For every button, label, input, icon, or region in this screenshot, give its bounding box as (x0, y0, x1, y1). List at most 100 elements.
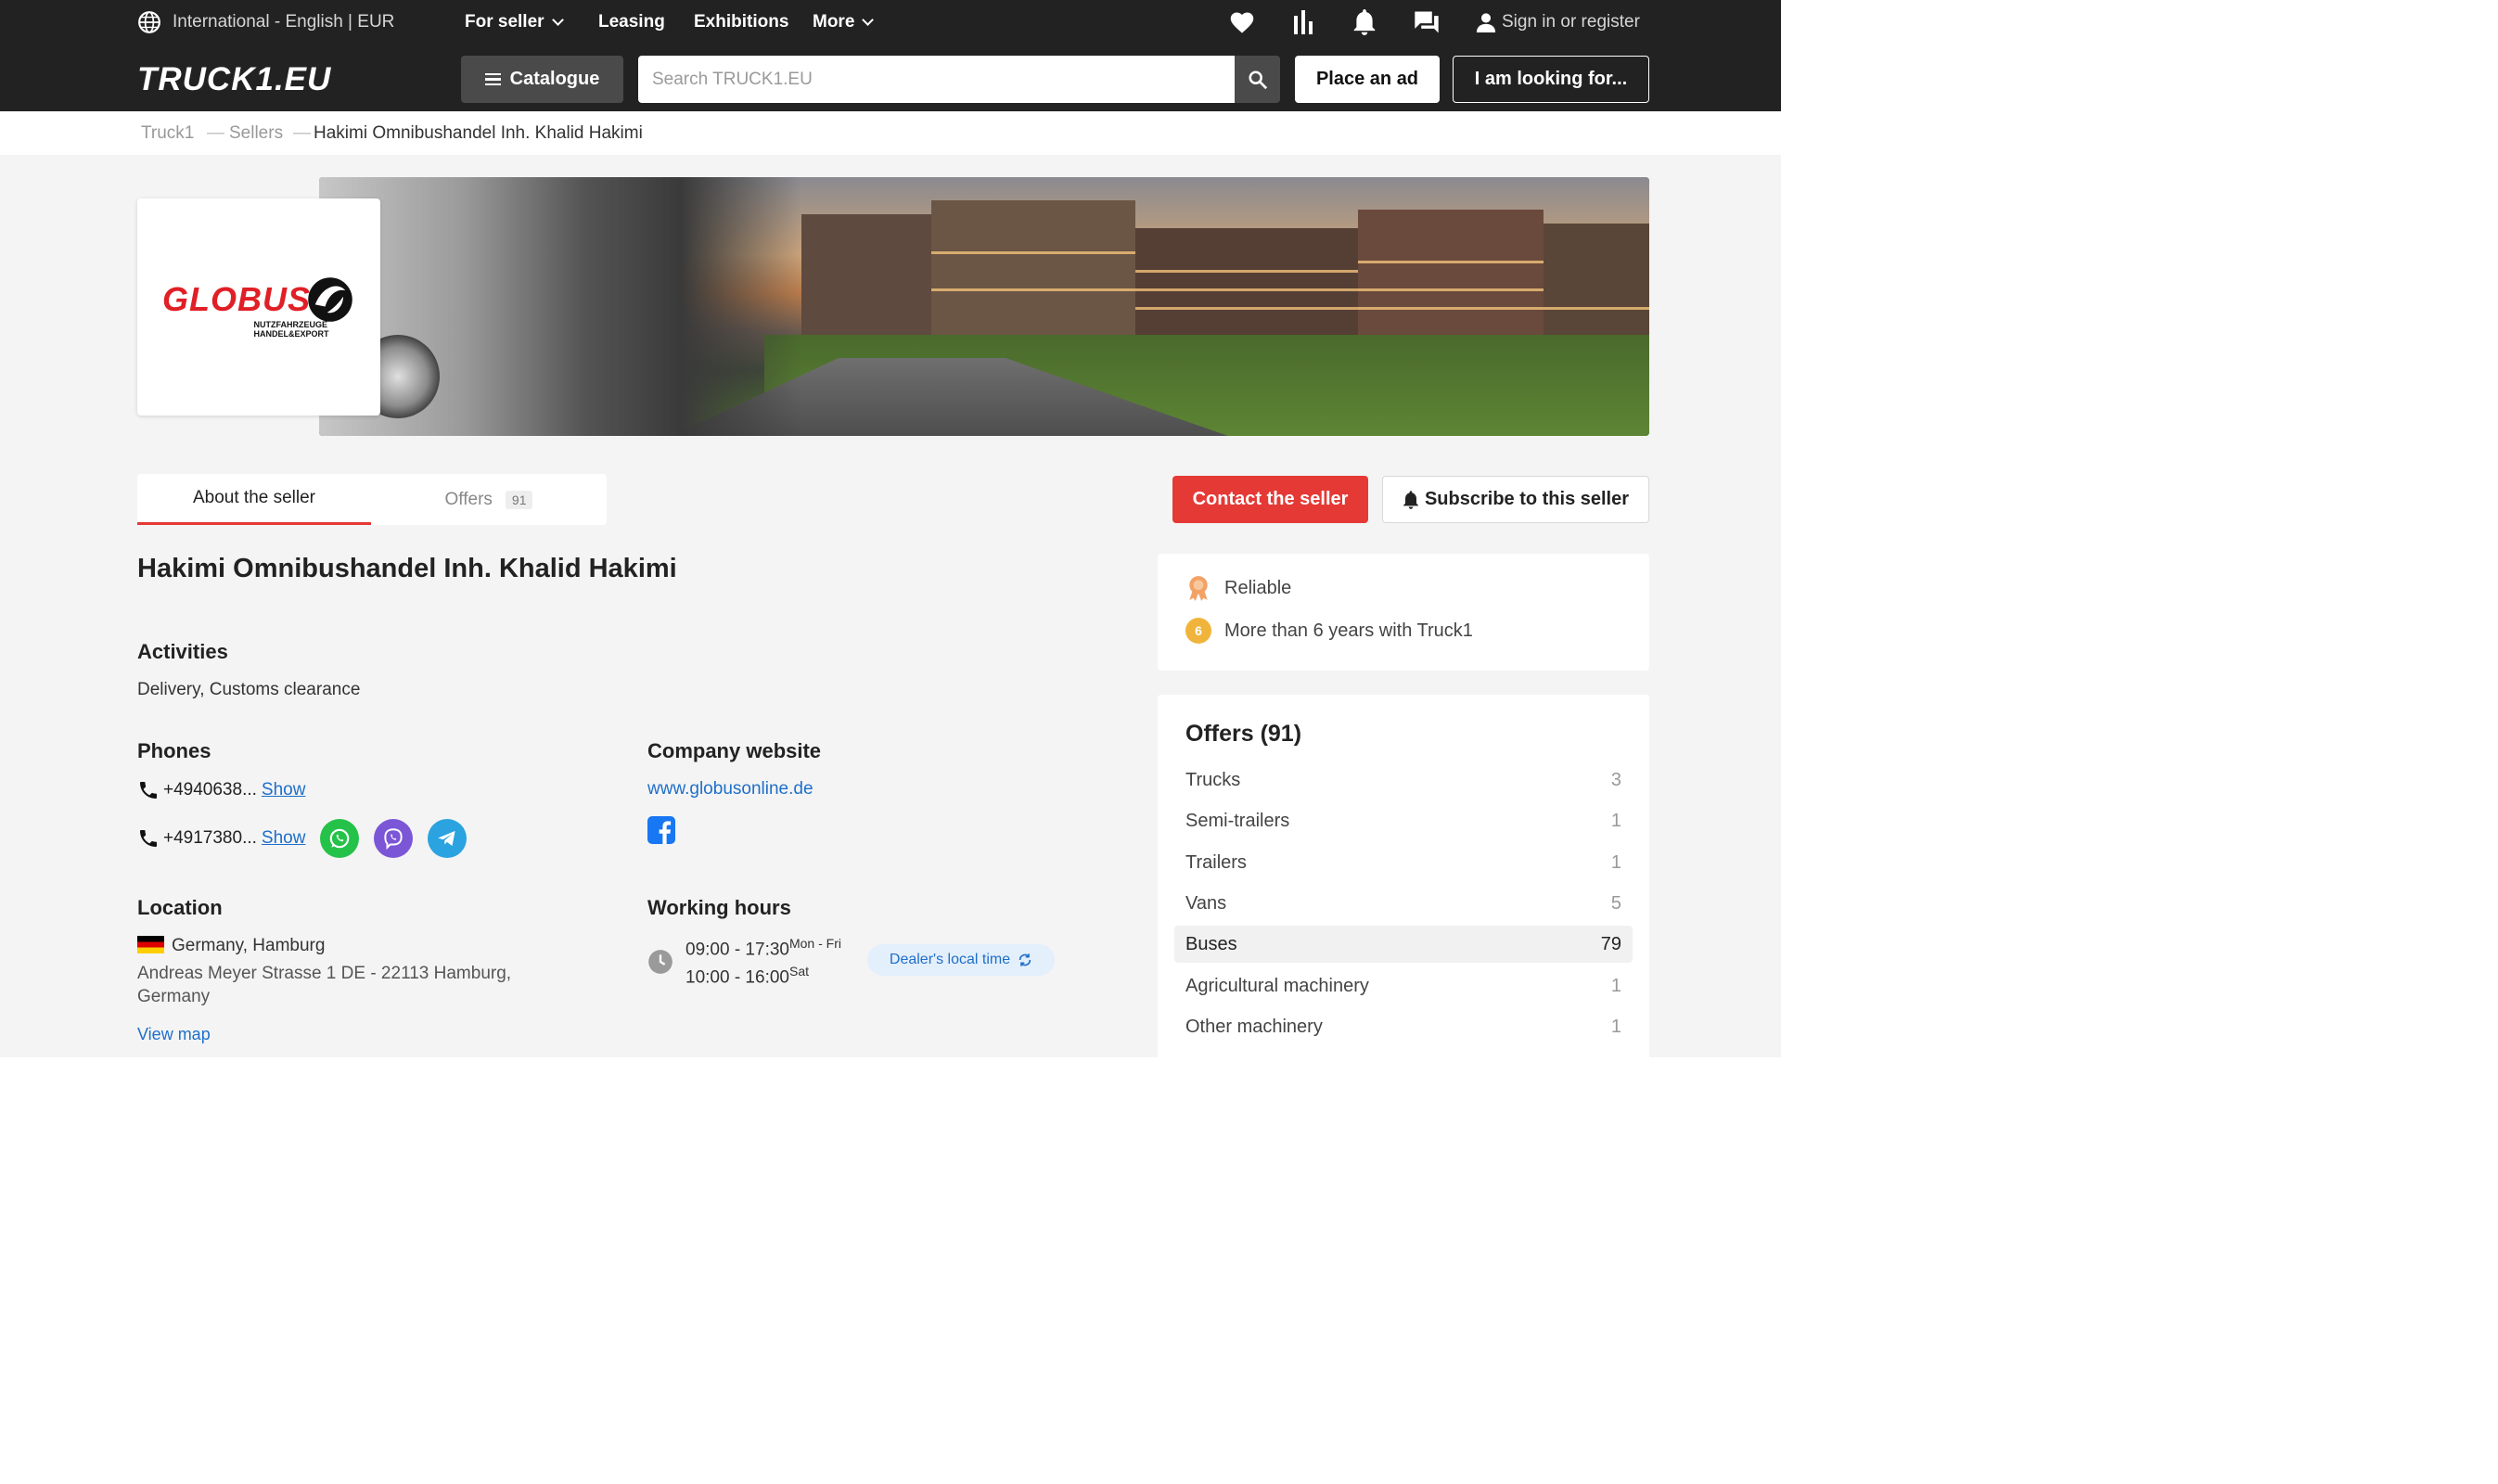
phone-number-2: +4917380... (163, 828, 257, 848)
offer-category-label: Agricultural machinery (1185, 975, 1369, 996)
tab-offers[interactable]: Offers 91 (371, 474, 607, 525)
address-line-2: Germany (137, 987, 211, 1006)
favorites-icon[interactable] (1229, 0, 1255, 45)
offer-category-row[interactable]: Other machinery 1 (1174, 1008, 1633, 1045)
subscribe-seller-button[interactable]: Subscribe to this seller (1382, 476, 1649, 523)
seller-tabs: About the seller Offers 91 (137, 474, 607, 525)
offer-category-label: Vans (1185, 892, 1227, 914)
seller-logo: GLOBUS NUTZFAHRZEUGE HANDEL&EXPORT (137, 198, 380, 416)
chevron-down-icon (862, 14, 875, 26)
truck1-logo[interactable]: TRUCK1.EU (137, 61, 331, 98)
hours-weekdays: 09:00 - 17:30Mon - Fri (685, 936, 841, 960)
offer-category-count: 5 (1610, 892, 1621, 914)
sign-in-label: Sign in or register (1502, 12, 1640, 32)
viber-icon[interactable] (374, 819, 414, 858)
seller-features-card: Reliable 6 More than 6 years with Truck1 (1158, 554, 1649, 671)
offer-category-label: Semi-trailers (1185, 810, 1290, 831)
list-icon (484, 72, 501, 86)
nav-exhibitions[interactable]: Exhibitions (694, 0, 788, 45)
seller-logo-text: GLOBUS (161, 280, 311, 319)
location-heading: Location (137, 896, 223, 919)
globe-swirl-icon (305, 275, 355, 325)
hours-weekdays-time: 09:00 - 17:30 (685, 940, 789, 960)
search-button[interactable] (1235, 56, 1280, 103)
reliable-feature: Reliable (1185, 575, 1291, 601)
address-line-1: Andreas Meyer Strasse 1 DE - 22113 Hambu… (137, 964, 512, 983)
reliable-label: Reliable (1224, 577, 1292, 598)
working-hours-heading: Working hours (647, 896, 791, 919)
seller-name: Hakimi Omnibushandel Inh. Khalid Hakimi (137, 554, 677, 583)
looking-for-button[interactable]: I am looking for... (1453, 56, 1649, 103)
catalogue-button[interactable]: Catalogue (461, 56, 623, 103)
messages-chat-icon[interactable] (1413, 0, 1441, 45)
breadcrumb-current: Hakimi Omnibushandel Inh. Khalid Hakimi (314, 122, 643, 143)
phone-number-1: +4940638... (163, 780, 257, 800)
show-phone-2-link[interactable]: Show (262, 828, 306, 849)
view-map-link[interactable]: View map (137, 1025, 211, 1044)
offer-category-label: Trucks (1185, 769, 1241, 790)
place-ad-button[interactable]: Place an ad (1295, 56, 1440, 103)
hours-weekdays-days: Mon - Fri (788, 936, 841, 951)
language-selector[interactable]: International - English | EUR (137, 0, 394, 45)
chevron-down-icon (551, 14, 564, 26)
offer-category-row[interactable]: Agricultural machinery 1 (1174, 967, 1633, 1004)
nav-more[interactable]: More (813, 0, 875, 45)
compare-chart-icon[interactable] (1292, 0, 1314, 45)
years-label: More than 6 years with Truck1 (1224, 620, 1473, 641)
breadcrumb-sellers[interactable]: Sellers (229, 111, 283, 155)
site-header: International - English | EUR For seller… (0, 0, 1781, 111)
offer-category-row[interactable]: Vans 5 (1174, 885, 1633, 922)
globe-icon (137, 10, 161, 34)
clock-icon (647, 949, 673, 979)
phone-icon (137, 779, 160, 801)
years-badge-icon: 6 (1185, 618, 1211, 644)
notifications-bell-icon[interactable] (1352, 0, 1377, 45)
phone-icon (137, 827, 160, 850)
location-city-label: Germany, Hamburg (172, 936, 326, 955)
nav-for-seller-label: For seller (465, 12, 544, 32)
nav-leasing[interactable]: Leasing (598, 0, 665, 45)
reliable-badge-icon (1185, 575, 1211, 601)
breadcrumb-separator: — (293, 122, 311, 143)
contact-seller-button[interactable]: Contact the seller (1172, 476, 1368, 523)
local-time-label: Dealer's local time (889, 952, 1011, 967)
seller-cover-image (319, 177, 1649, 436)
offer-category-row[interactable]: Semi-trailers 1 (1174, 802, 1633, 839)
years-feature: 6 More than 6 years with Truck1 (1185, 618, 1473, 644)
subscribe-label: Subscribe to this seller (1424, 489, 1630, 509)
phone-row-2: +4917380... Show (137, 819, 468, 858)
facebook-icon[interactable] (647, 816, 675, 849)
search-icon (1248, 70, 1268, 90)
offer-category-row[interactable]: Trailers 1 (1174, 844, 1633, 881)
show-phone-1-link[interactable]: Show (262, 780, 306, 800)
tab-offers-label: Offers (444, 489, 493, 509)
location-city: Germany, Hamburg (137, 936, 325, 956)
company-website-link[interactable]: www.globusonline.de (647, 779, 813, 800)
breadcrumb-truck1[interactable]: Truck1 (141, 111, 194, 155)
seller-logo-line2: HANDEL&EXPORT (253, 329, 329, 339)
nav-more-label: More (813, 12, 855, 32)
phone-row-1: +4940638... Show (137, 779, 305, 801)
offers-card: Offers (91) Trucks 3 Semi-trailers 1 Tra… (1158, 695, 1649, 1057)
user-icon (1476, 12, 1496, 32)
offer-category-count: 1 (1610, 975, 1621, 996)
offer-category-label: Buses (1185, 933, 1237, 954)
tab-about-seller[interactable]: About the seller (137, 474, 371, 525)
website-heading: Company website (647, 739, 822, 762)
offer-category-count: 1 (1610, 810, 1621, 831)
offer-category-row-selected[interactable]: Buses 79 (1174, 926, 1633, 963)
telegram-icon[interactable] (428, 819, 468, 858)
sign-in-link[interactable]: Sign in or register (1476, 0, 1640, 45)
hours-saturday-time: 10:00 - 16:00 (685, 967, 789, 988)
offer-category-count: 79 (1600, 933, 1621, 954)
nav-for-seller[interactable]: For seller (465, 0, 564, 45)
search-input[interactable] (638, 56, 1235, 103)
top-nav: International - English | EUR For seller… (137, 0, 1649, 45)
dealer-local-time-button[interactable]: Dealer's local time (867, 944, 1055, 976)
hours-saturday-days: Sat (788, 964, 809, 979)
whatsapp-icon[interactable] (320, 819, 360, 858)
offer-category-count: 3 (1610, 769, 1621, 790)
offer-category-row[interactable]: Trucks 3 (1174, 761, 1633, 799)
bell-icon (1403, 490, 1419, 509)
offer-category-label: Other machinery (1185, 1016, 1323, 1037)
